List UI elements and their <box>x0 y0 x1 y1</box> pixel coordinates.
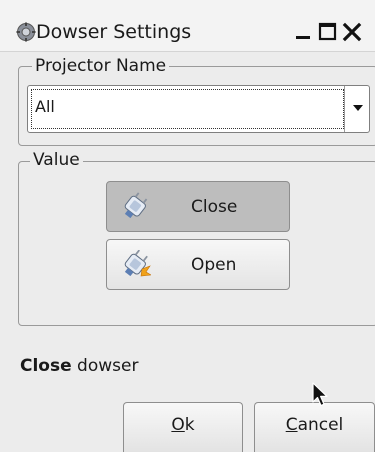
open-dowser-button[interactable]: Open <box>106 239 290 290</box>
cancel-button[interactable]: Cancel <box>254 402 375 452</box>
window-title: Dowser Settings <box>36 21 192 43</box>
close-icon[interactable] <box>341 21 363 43</box>
chevron-down-icon[interactable] <box>353 105 363 111</box>
ok-mnemonic: O <box>171 415 185 435</box>
value-label: Value <box>30 150 83 170</box>
status-action: Close <box>20 356 72 376</box>
plug-disconnected-icon <box>124 192 148 219</box>
cancel-mnemonic: C <box>285 415 298 435</box>
projector-select[interactable]: All <box>27 85 370 133</box>
projector-select-focus <box>31 89 344 129</box>
projector-name-label: Projector Name <box>32 56 170 76</box>
projector-select-value: All <box>35 97 55 116</box>
cancel-label-rest: ancel <box>297 415 344 435</box>
select-divider <box>344 86 345 132</box>
open-dowser-label: Open <box>191 255 237 275</box>
ok-label-rest: k <box>184 415 195 435</box>
close-dowser-button[interactable]: Close <box>106 181 290 232</box>
plug-connected-icon <box>124 250 151 277</box>
mouse-pointer-icon <box>312 382 328 407</box>
gear-icon <box>16 22 36 42</box>
status-object: dowser <box>71 356 139 376</box>
status-text: Close dowser <box>20 355 138 377</box>
minimize-icon[interactable] <box>293 21 315 43</box>
maximize-icon[interactable] <box>317 21 339 43</box>
ok-button[interactable]: Ok <box>123 402 243 452</box>
close-dowser-label: Close <box>191 197 238 217</box>
